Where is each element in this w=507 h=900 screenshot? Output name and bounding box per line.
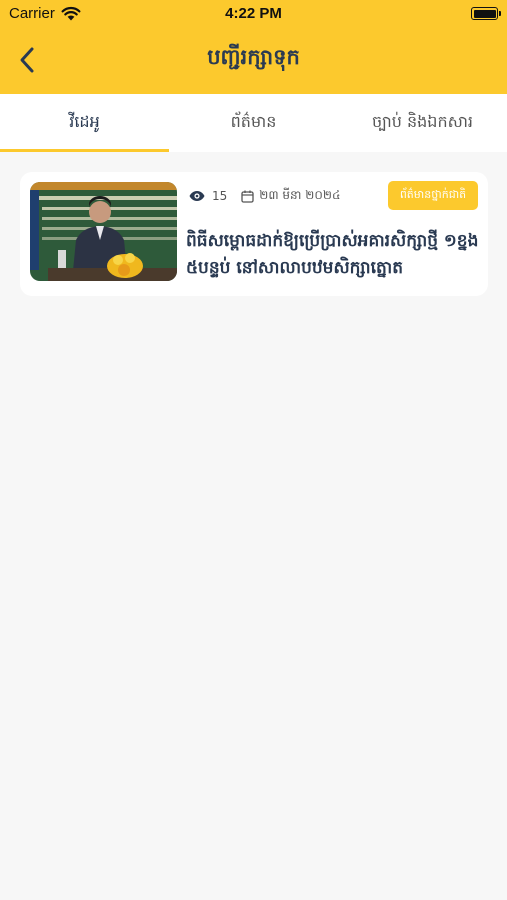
page-title: បញ្ជីរក្សាទុក (207, 45, 300, 69)
tab-news[interactable]: ព័ត៌មាន (169, 94, 338, 152)
app-header: Carrier 4:22 PM បញ្ជីរក្សាទុក (0, 0, 507, 94)
battery-icon (471, 7, 501, 20)
tab-videos[interactable]: វីដេអូ (0, 94, 169, 152)
tab-bar: វីដេអូ ព័ត៌មាន ច្បាប់ និងឯកសារ (0, 94, 507, 152)
view-count: 15 (212, 189, 228, 203)
tab-laws-documents[interactable]: ច្បាប់ និងឯកសារ (338, 94, 507, 152)
status-time: 4:22 PM (225, 5, 282, 22)
video-thumbnail (30, 182, 177, 281)
eye-icon (189, 191, 205, 201)
category-badge: ព័ត៌មានថ្នាក់ជាតិ (388, 181, 478, 210)
calendar-icon (241, 190, 254, 203)
publish-date: ២៣ មីនា ២០២៤ (259, 188, 341, 202)
active-tab-indicator (0, 149, 169, 152)
saved-item-card[interactable]: 15 ២៣ មីនា ២០២៤ ព័ត៌មានថ្នាក់ជាតិ ពិធីសម… (20, 172, 488, 296)
item-meta: 15 ២៣ មីនា ២០២៤ (189, 187, 340, 205)
item-title: ពិធីសម្ពោធដាក់ឱ្យប្រើប្រាស់អគារសិក្សាថ្ម… (186, 231, 479, 278)
status-bar: Carrier 4:22 PM (0, 0, 507, 28)
